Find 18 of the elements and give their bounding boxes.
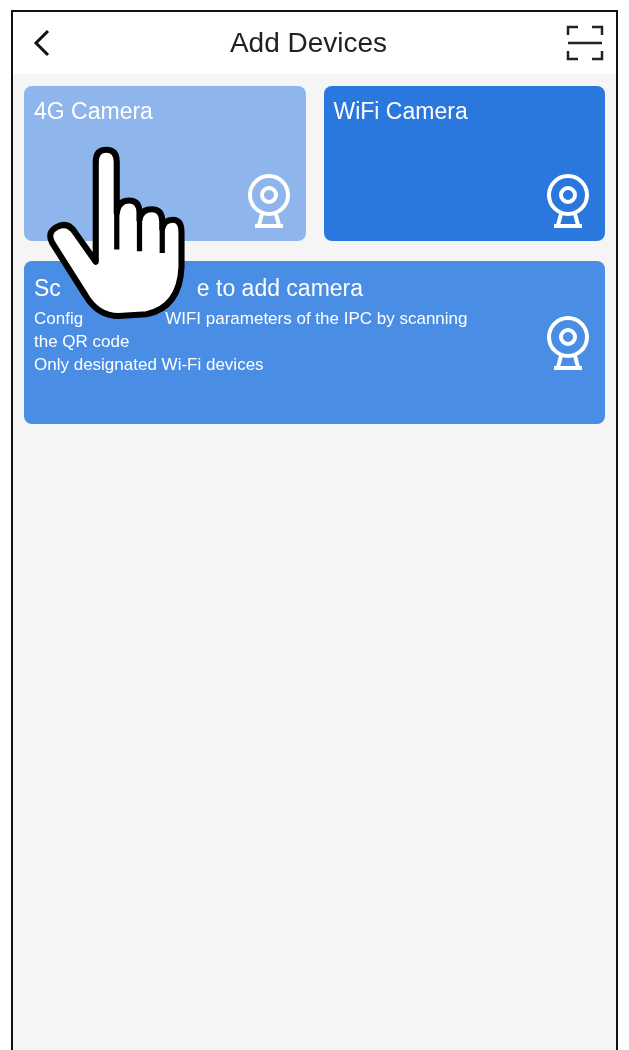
card-description: Only designated Wi-Fi devices: [34, 354, 264, 376]
back-icon: [33, 29, 51, 57]
card-label: WiFi Camera: [333, 98, 468, 124]
card-description: Config: [34, 308, 84, 330]
device-card[interactable]: WiFi Camera: [323, 86, 605, 241]
scan-icon: [566, 25, 604, 61]
card-label: 4G Camera: [34, 98, 153, 124]
webcam-icon: [545, 314, 591, 371]
scan-card[interactable]: Sc e to add camera Config WIFI parameters of the IPC by scanning the QR code Only designated Wi-Fi devices: [24, 261, 605, 424]
page-title: Add Devices: [229, 27, 388, 59]
card-description: the QR code: [34, 331, 130, 353]
scan-button[interactable]: [566, 25, 604, 61]
card-title: e to add camera: [196, 274, 364, 303]
back-button[interactable]: [33, 29, 51, 57]
card-description: WIFI parameters of the IPC by scanning: [165, 308, 468, 330]
webcam-icon: [545, 173, 591, 229]
webcam-icon: [245, 173, 292, 229]
card-title: Sc: [34, 274, 61, 303]
